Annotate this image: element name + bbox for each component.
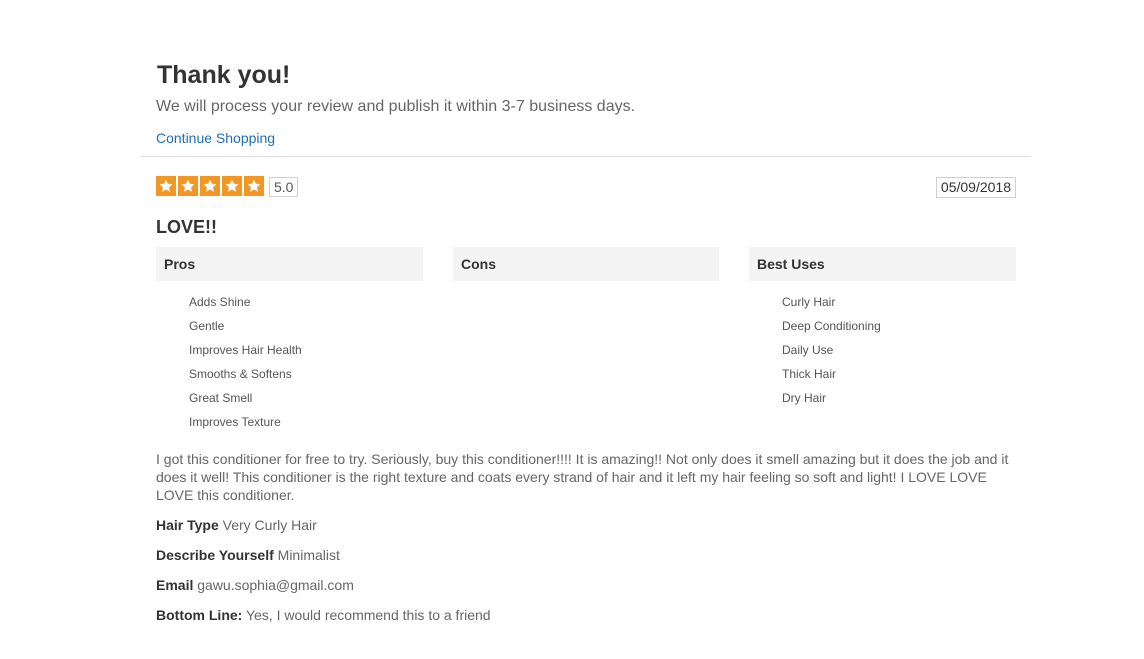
detail-email: Email gawu.sophia@gmail.com: [156, 576, 354, 594]
detail-label: Bottom Line:: [156, 607, 243, 623]
star-icon: [200, 176, 220, 196]
star-icon: [178, 176, 198, 196]
star-icon: [244, 176, 264, 196]
list-item: Improves Hair Health: [189, 343, 302, 357]
list-item: Curly Hair: [782, 295, 836, 309]
cons-section: Cons: [453, 247, 719, 290]
pros-heading: Pros: [156, 247, 423, 281]
review-body: I got this conditioner for free to try. …: [156, 451, 1009, 503]
detail-label: Hair Type: [156, 517, 219, 533]
page-title: Thank you!: [157, 61, 291, 89]
detail-hair-type: Hair Type Very Curly Hair: [156, 516, 317, 534]
detail-value: Yes, I would recommend this to a friend: [245, 607, 491, 623]
list-item: Gentle: [189, 319, 225, 333]
detail-label: Describe Yourself: [156, 547, 274, 563]
best-uses-section: Best Uses Curly Hair Deep Conditioning D…: [749, 247, 1016, 410]
star-icon: [156, 176, 176, 196]
best-uses-list: Curly Hair Deep Conditioning Daily Use T…: [749, 290, 1016, 410]
list-item: Deep Conditioning: [782, 319, 881, 333]
detail-value: Very Curly Hair: [222, 517, 317, 533]
list-item: Dry Hair: [782, 391, 826, 405]
list-item: Adds Shine: [189, 295, 251, 309]
rating-value: 5.0: [269, 177, 299, 197]
cons-heading: Cons: [453, 247, 719, 281]
detail-value: Minimalist: [277, 547, 340, 563]
divider: [141, 156, 1031, 157]
detail-bottom-line: Bottom Line: Yes, I would recommend this…: [156, 606, 491, 624]
star-rating: [156, 176, 264, 196]
list-item: Thick Hair: [782, 367, 837, 381]
review-date: 05/09/2018: [935, 177, 1016, 198]
continue-shopping-link[interactable]: Continue Shopping: [156, 129, 275, 147]
list-item: Improves Texture: [189, 415, 281, 429]
review-confirmation-page: Thank you! We will process your review a…: [0, 0, 1144, 659]
star-icon: [222, 176, 242, 196]
best-uses-heading: Best Uses: [749, 247, 1016, 281]
list-item: Smooths & Softens: [189, 367, 292, 381]
detail-value: gawu.sophia@gmail.com: [197, 577, 354, 593]
review-title: LOVE!!: [156, 217, 217, 237]
pros-list: Adds Shine Gentle Improves Hair Health S…: [156, 290, 423, 434]
detail-label: Email: [156, 577, 194, 593]
list-item: Daily Use: [782, 343, 834, 357]
list-item: Great Smell: [189, 391, 253, 405]
pros-section: Pros Adds Shine Gentle Improves Hair Hea…: [156, 247, 423, 434]
detail-describe-yourself: Describe Yourself Minimalist: [156, 546, 340, 564]
confirmation-message: We will process your review and publish …: [156, 98, 636, 115]
